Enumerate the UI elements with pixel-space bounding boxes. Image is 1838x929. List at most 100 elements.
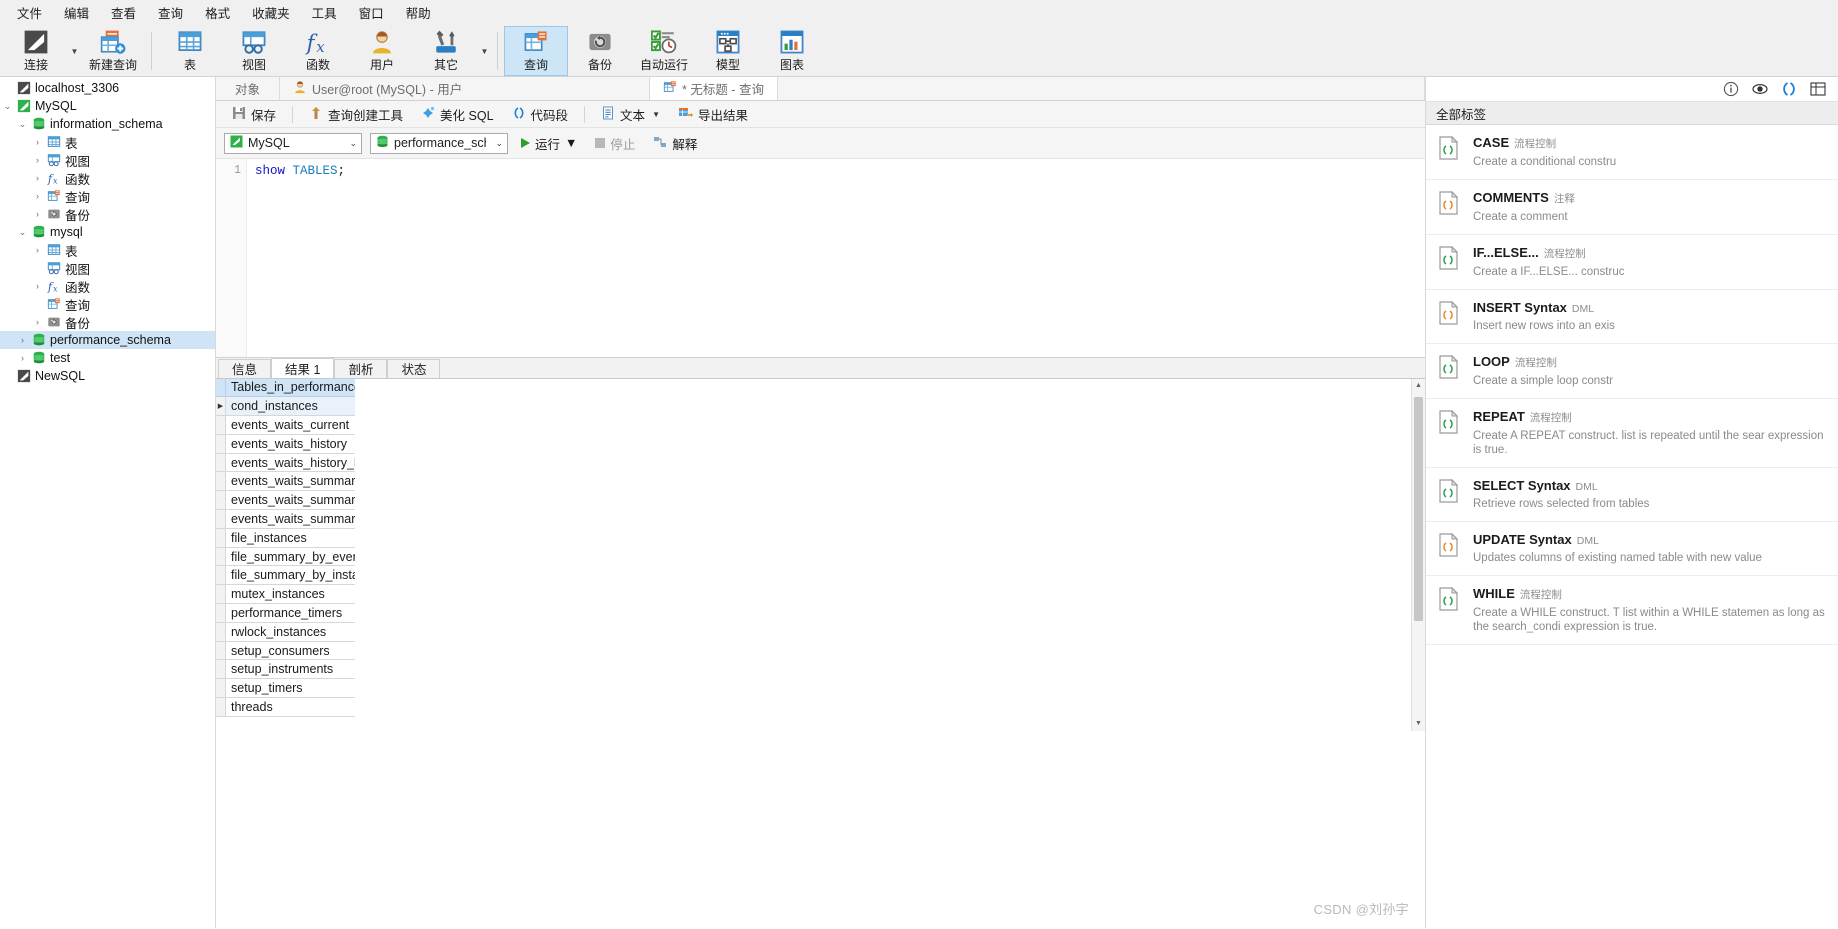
chevron-right-icon[interactable]: ›	[30, 317, 45, 327]
sql-code-text[interactable]: show TABLES;	[247, 159, 1425, 357]
tab-document-1[interactable]: * 无标题 - 查询	[650, 77, 778, 100]
tag-filter[interactable]: 全部标签	[1426, 102, 1838, 125]
ribbon-view[interactable]: 视图	[222, 26, 286, 76]
table-row[interactable]: events_waits_summary_by	[216, 472, 355, 492]
result-grid[interactable]: Tables_in_performance_sc ▶ cond_instancese…	[216, 378, 355, 731]
table-row[interactable]: file_instances	[216, 528, 355, 548]
list-item[interactable]: IF...ELSE... 流程控制 Create a IF...ELSE... co…	[1426, 235, 1838, 290]
table-row[interactable]: file_summary_by_instance	[216, 566, 355, 586]
tab-document-0[interactable]: User@root (MySQL) - 用户	[280, 77, 650, 100]
text-view-button[interactable]: 文本 ▼	[593, 101, 668, 128]
info-icon[interactable]	[1723, 81, 1739, 97]
list-item[interactable]: COMMENTS 注释 Create a comment	[1426, 180, 1838, 235]
ribbon-connection[interactable]: 连接	[4, 26, 68, 76]
chevron-right-icon[interactable]: ›	[30, 209, 45, 219]
scroll-down-icon[interactable]: ▼	[1412, 717, 1425, 731]
list-item[interactable]: INSERT Syntax DML Insert new rows into an …	[1426, 290, 1838, 344]
list-item[interactable]: REPEAT 流程控制 Create A REPEAT construct. lis…	[1426, 399, 1838, 468]
list-item[interactable]: CASE 流程控制 Create a conditional constru	[1426, 125, 1838, 180]
table-row[interactable]: setup_timers	[216, 679, 355, 699]
table-row[interactable]: ▶ cond_instances	[216, 397, 355, 417]
tree-node[interactable]: › performance_schema	[0, 331, 215, 349]
query-builder-button[interactable]: 查询创建工具	[301, 101, 411, 128]
result-column-header[interactable]: Tables_in_performance_sc	[216, 378, 355, 398]
list-item[interactable]: LOOP 流程控制 Create a simple loop constr	[1426, 344, 1838, 399]
chevron-right-icon[interactable]: ›	[30, 137, 45, 147]
result-tab-3[interactable]: 状态	[387, 358, 441, 378]
chevron-down-icon[interactable]: ▼	[565, 136, 577, 150]
export-result-button[interactable]: 导出结果	[670, 101, 756, 128]
scrollbar-thumb[interactable]	[1414, 396, 1423, 621]
explain-button[interactable]: 解释	[648, 131, 702, 156]
chevron-down-icon[interactable]: ⌄	[15, 227, 30, 238]
beautify-sql-button[interactable]: 美化 SQL	[413, 101, 502, 128]
sql-editor[interactable]: 1 show TABLES;	[216, 159, 1425, 357]
menu-item-7[interactable]: 窗口	[348, 0, 395, 26]
run-button[interactable]: 运行 ▼	[516, 131, 582, 156]
chevron-right-icon[interactable]: ›	[30, 191, 45, 201]
table-row[interactable]: setup_consumers	[216, 641, 355, 661]
connection-select[interactable]: MySQL ⌄	[224, 132, 362, 154]
chevron-right-icon[interactable]: ›	[30, 245, 45, 255]
tree-node[interactable]: ⌄ mysql	[0, 223, 215, 241]
result-vertical-scrollbar[interactable]: ▲ ▼	[1411, 378, 1425, 731]
ribbon-other-tools[interactable]: 其它	[414, 26, 478, 76]
scrollbar-track[interactable]	[1412, 393, 1425, 717]
snippet-button[interactable]: 代码段	[504, 101, 577, 128]
menu-item-8[interactable]: 帮助	[395, 0, 442, 26]
table-row[interactable]: events_waits_summary_glo	[216, 510, 355, 529]
ribbon-chart[interactable]: 图表	[760, 26, 824, 76]
menu-item-2[interactable]: 查看	[100, 0, 147, 26]
tree-node[interactable]: › f x 函数	[0, 169, 215, 187]
menu-item-4[interactable]: 格式	[194, 0, 241, 26]
table-row[interactable]: mutex_instances	[216, 585, 355, 605]
table-row[interactable]: events_waits_current	[216, 416, 355, 435]
ribbon-model[interactable]: 模型	[696, 26, 760, 76]
tree-node[interactable]: › 查询	[0, 187, 215, 205]
table-row[interactable]: threads	[216, 698, 355, 717]
result-tab-1[interactable]: 结果 1	[271, 357, 335, 378]
save-button[interactable]: 保存	[224, 101, 284, 128]
chevron-down-icon[interactable]: ⌄	[0, 101, 15, 112]
ribbon-table[interactable]: 表	[158, 26, 222, 76]
table-row[interactable]: events_waits_history	[216, 434, 355, 454]
menu-item-0[interactable]: 文件	[6, 0, 53, 26]
grid-icon[interactable]	[1810, 81, 1826, 97]
chevron-right-icon[interactable]: ›	[15, 353, 30, 363]
chevron-down-icon[interactable]: ⌄	[491, 138, 503, 149]
chevron-down-icon[interactable]: ⌄	[15, 119, 30, 130]
ribbon-query[interactable]: 查询	[504, 26, 568, 76]
tree-node[interactable]: ⌄ MySQL	[0, 97, 215, 115]
ribbon-user[interactable]: 用户	[350, 26, 414, 76]
table-row[interactable]: events_waits_summary_by	[216, 491, 355, 511]
menu-item-6[interactable]: 工具	[301, 0, 348, 26]
snippet-icon[interactable]	[1781, 81, 1797, 97]
list-item[interactable]: SELECT Syntax DML Retrieve rows selected f…	[1426, 468, 1838, 522]
menu-item-1[interactable]: 编辑	[53, 0, 100, 26]
table-row[interactable]: setup_instruments	[216, 660, 355, 680]
tab-objects[interactable]: 对象	[216, 77, 280, 100]
eye-icon[interactable]	[1752, 81, 1768, 97]
chevron-down-icon[interactable]: ▼	[68, 26, 81, 76]
tree-node[interactable]: localhost_3306	[0, 79, 215, 97]
tree-node[interactable]: › 备份	[0, 205, 215, 223]
table-row[interactable]: performance_timers	[216, 604, 355, 623]
tree-node[interactable]: › 视图	[0, 151, 215, 169]
result-tab-0[interactable]: 信息	[218, 358, 272, 378]
menu-item-5[interactable]: 收藏夹	[241, 0, 301, 26]
list-item[interactable]: UPDATE Syntax DML Updates columns of exist…	[1426, 522, 1838, 576]
ribbon-new-query[interactable]: 新建查询	[81, 26, 145, 76]
database-select[interactable]: performance_schem ⌄	[370, 132, 508, 154]
tree-node[interactable]: 查询	[0, 295, 215, 313]
tree-node[interactable]: › f x 函数	[0, 277, 215, 295]
table-row[interactable]: events_waits_history_long	[216, 453, 355, 473]
tree-node[interactable]: 视图	[0, 259, 215, 277]
chevron-down-icon[interactable]: ▼	[478, 26, 491, 76]
chevron-right-icon[interactable]: ›	[30, 281, 45, 291]
chevron-right-icon[interactable]: ›	[15, 335, 30, 345]
result-tab-2[interactable]: 剖析	[334, 358, 388, 378]
chevron-down-icon[interactable]: ⌄	[345, 138, 357, 149]
table-row[interactable]: file_summary_by_event_na	[216, 547, 355, 567]
tree-node[interactable]: › test	[0, 349, 215, 367]
ribbon-backup[interactable]: 备份	[568, 26, 632, 76]
